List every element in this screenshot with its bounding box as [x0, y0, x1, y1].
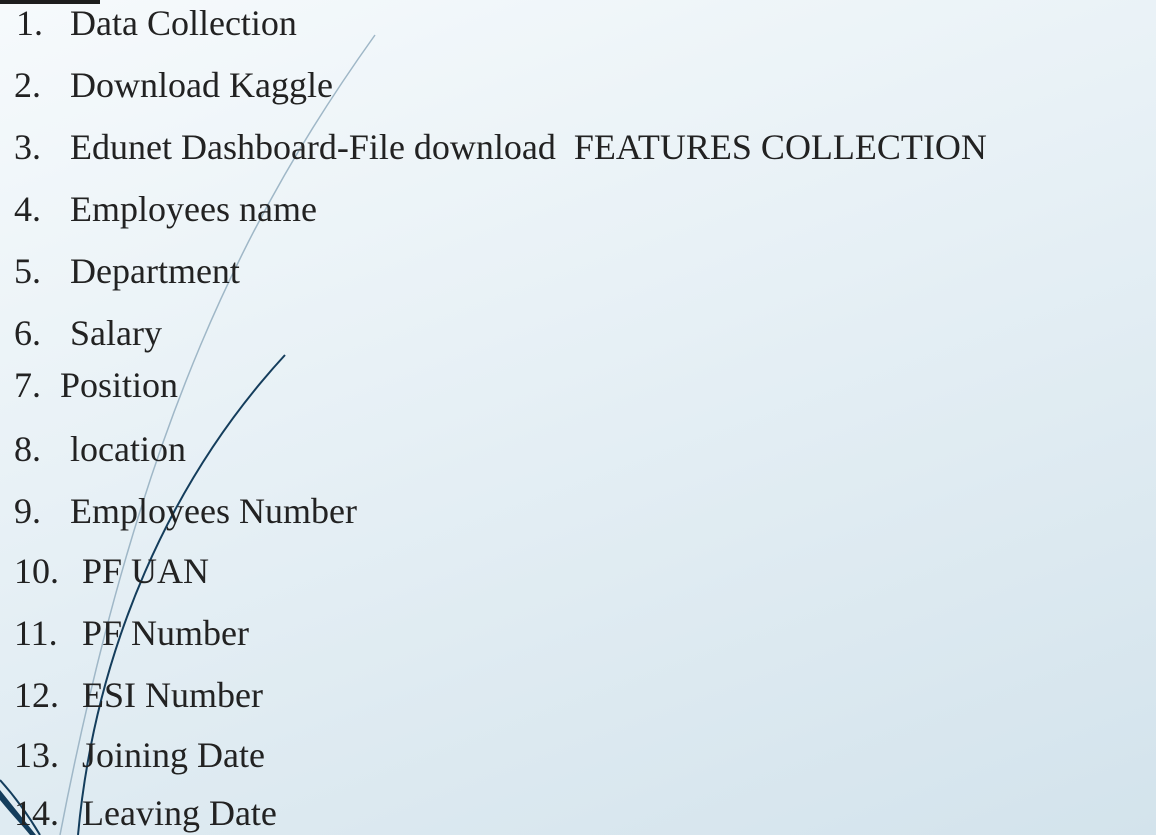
list-item-text: PF Number [82, 613, 250, 653]
list-item-number: 3. [14, 127, 41, 167]
list-item-text: Data Collection [70, 3, 297, 43]
list-item-text: Employees name [70, 189, 317, 229]
list-item-number: 5. [14, 251, 41, 291]
list-item-number: 13. [14, 735, 59, 775]
list-item-number: 12. [14, 675, 59, 715]
list-item: 1. Data Collection [0, 0, 297, 54]
list-item: 5. Department [0, 240, 240, 302]
list-item: 14. Leaving Date [0, 782, 277, 835]
list-item-text: Employees Number [70, 491, 357, 531]
list-item: 9. Employees Number [0, 480, 357, 542]
list-item: 2. Download Kaggle [0, 54, 333, 116]
list-item-number: 11. [14, 613, 58, 653]
list-item-text: Download Kaggle [70, 65, 333, 105]
list-item-text: Department [70, 251, 240, 291]
list-item-text: PF UAN [82, 551, 210, 591]
list-item-text: Joining Date [82, 735, 265, 775]
slide: 1. Data Collection 2. Download Kaggle 3. Ed… [0, 0, 1156, 835]
list-item-number: 2. [14, 65, 41, 105]
list-item-number: 10. [14, 551, 59, 591]
list-item: 13. Joining Date [0, 724, 265, 786]
list-item-text: Edunet Dashboard-File download FEATURES … [70, 127, 987, 167]
list-item: 12. ESI Number [0, 664, 263, 726]
list-item: 8. location [0, 418, 186, 480]
list-item-number: 1. [16, 3, 43, 43]
list-item-text: Leaving Date [82, 793, 277, 833]
list-item-text: Position [60, 365, 179, 405]
list-item-number: 9. [14, 491, 41, 531]
list-item-text: location [70, 429, 186, 469]
list-item-text: ESI Number [82, 675, 263, 715]
list-item: 10. PF UAN [0, 540, 209, 602]
list-item-number: 7. [14, 365, 41, 405]
list-item-number: 4. [14, 189, 41, 229]
list-item-number: 14. [14, 793, 59, 833]
list-item: 3. Edunet Dashboard-File download FEATURE… [0, 116, 987, 178]
list-item: 11. PF Number [0, 602, 249, 664]
list-item: 4. Employees name [0, 178, 317, 240]
list-item: 7. Position [0, 354, 178, 416]
list-item-number: 8. [14, 429, 41, 469]
